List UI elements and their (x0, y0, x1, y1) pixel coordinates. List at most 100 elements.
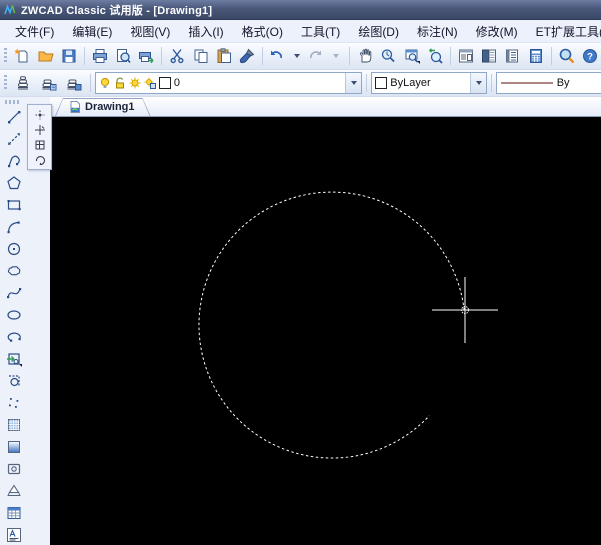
find-button[interactable] (556, 44, 578, 68)
title-bar[interactable]: ZWCAD Classic 试用版 - [Drawing1] (0, 0, 601, 20)
snap-settings-button[interactable] (32, 138, 47, 152)
mtext-button[interactable] (2, 524, 26, 545)
copy-button[interactable] (189, 44, 211, 68)
line-button[interactable] (2, 106, 26, 127)
revision-cloud-button[interactable] (2, 260, 26, 281)
cut-button[interactable] (166, 44, 188, 68)
menu-format[interactable]: 格式(O) (233, 21, 292, 42)
zwcad-logo-icon (4, 3, 16, 15)
standard-toolbar-grip[interactable] (3, 48, 8, 64)
toolbar-separator (366, 74, 368, 92)
mini-snap-toolbar (27, 104, 52, 170)
layer-color-swatch-icon (158, 77, 171, 89)
hatch-button[interactable] (2, 414, 26, 435)
layer-states-icon (42, 79, 57, 91)
properties-palette-button[interactable] (478, 44, 500, 68)
menu-view[interactable]: 视图(V) (121, 21, 179, 42)
tab-drawing1[interactable]: Drawing1 (55, 98, 151, 116)
redo-button[interactable] (307, 44, 326, 68)
layer-combo[interactable]: 0 (94, 72, 363, 94)
table-button[interactable] (2, 502, 26, 523)
region-button[interactable] (2, 458, 26, 479)
print-preview-icon (117, 49, 131, 63)
menu-file[interactable]: 文件(F) (6, 21, 63, 42)
point-button[interactable] (2, 392, 26, 413)
menu-modify[interactable]: 修改(M) (467, 21, 527, 42)
save-button[interactable] (58, 44, 80, 68)
construction-line-button[interactable] (2, 128, 26, 149)
region-icon (7, 463, 21, 474)
polyline-button[interactable] (2, 150, 26, 171)
rectangle-button[interactable] (2, 194, 26, 215)
polygon-button[interactable] (2, 172, 26, 193)
plot-button[interactable] (135, 44, 157, 68)
zoom-realtime-button[interactable] (377, 44, 399, 68)
undo-button[interactable] (267, 44, 286, 68)
redo-arrow-icon (310, 50, 322, 59)
make-block-icon (9, 374, 20, 386)
polygon-icon (7, 175, 21, 189)
color-combo-dropdown[interactable] (469, 73, 486, 93)
new-button[interactable] (11, 44, 33, 68)
match-properties-button[interactable] (236, 44, 258, 68)
layer-properties-manager-button[interactable] (12, 71, 36, 95)
toolbar-separator (83, 47, 85, 65)
revision-cloud-icon (7, 265, 21, 275)
tool-palettes-button[interactable] (501, 44, 523, 68)
track-point-button[interactable] (32, 108, 47, 122)
zoom-previous-button[interactable] (424, 44, 446, 68)
print-button[interactable] (89, 44, 111, 68)
layer-combo-dropdown[interactable] (345, 73, 362, 93)
pan-button[interactable] (354, 44, 376, 68)
insert-block-button[interactable] (2, 348, 26, 369)
calculator-icon (529, 49, 542, 63)
open-button[interactable] (34, 44, 56, 68)
track-point-icon (35, 110, 44, 120)
layer-states-manager-button[interactable] (37, 71, 61, 95)
snap-from-button[interactable] (32, 123, 47, 137)
ellipse-arc-icon (7, 332, 21, 342)
circle-preview (198, 191, 465, 459)
draw-toolbar-grip[interactable] (5, 100, 21, 104)
save-floppy-icon (62, 49, 76, 63)
menu-et-tools[interactable]: ET扩展工具(X) (527, 21, 601, 42)
undo-arrow-icon (271, 50, 283, 59)
toolbar-separator (262, 47, 263, 65)
snap-rotate-button[interactable] (32, 153, 47, 167)
paste-button[interactable] (213, 44, 235, 68)
arc-button[interactable] (2, 216, 26, 237)
menu-tools[interactable]: 工具(T) (292, 21, 349, 42)
print-preview-button[interactable] (112, 44, 134, 68)
circle-button[interactable] (2, 238, 26, 259)
ellipse-button[interactable] (2, 304, 26, 325)
color-swatch-icon (375, 77, 388, 89)
toolbar-separator (349, 47, 351, 65)
ellipse-icon (7, 309, 21, 320)
make-block-button[interactable] (2, 370, 26, 391)
color-combo[interactable]: ByLayer (371, 72, 487, 94)
menu-edit[interactable]: 编辑(E) (63, 21, 121, 42)
wipeout-button[interactable] (2, 480, 26, 501)
gradient-button[interactable] (2, 436, 26, 457)
pan-hand-icon (360, 48, 372, 63)
layer-translator-button[interactable] (62, 71, 86, 95)
designcenter-button[interactable] (455, 44, 477, 68)
redo-dropdown[interactable] (326, 44, 345, 68)
drawing-canvas[interactable] (50, 117, 601, 545)
quick-calc-button[interactable] (525, 44, 547, 68)
snap-settings-grid-icon (35, 140, 44, 150)
menu-draw[interactable]: 绘图(D) (349, 21, 408, 42)
chevron-down-icon (351, 81, 358, 85)
linetype-combo[interactable]: By (495, 72, 601, 94)
menu-insert[interactable]: 插入(I) (179, 21, 232, 42)
zoom-window-button[interactable] (401, 44, 423, 68)
snap-from-icon (34, 125, 45, 135)
menu-dimension[interactable]: 标注(N) (408, 21, 467, 42)
undo-dropdown[interactable] (287, 44, 306, 68)
layers-properties-toolbar: 0 ByLayer By (0, 70, 601, 97)
help-button[interactable]: ? (579, 44, 601, 68)
mtext-icon (7, 527, 21, 542)
layers-toolbar-grip[interactable] (3, 75, 8, 91)
ellipse-arc-button[interactable] (2, 326, 26, 347)
spline-button[interactable] (2, 282, 26, 303)
